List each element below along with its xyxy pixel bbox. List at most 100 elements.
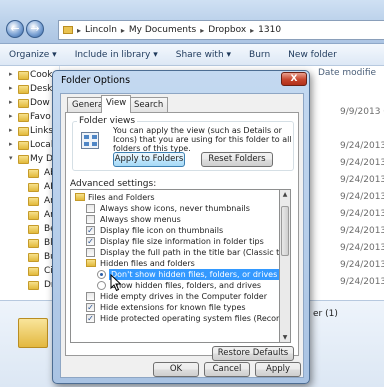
reset-folders-button[interactable]: Reset Folders [201, 152, 273, 167]
setting-option[interactable]: ✓ Display file icon on thumbnails [71, 225, 279, 236]
forward-button[interactable]: → [26, 20, 44, 38]
tab-search[interactable]: Search [129, 97, 169, 112]
checkbox[interactable] [86, 204, 95, 213]
setting-label: Display the full path in the title bar (… [100, 248, 280, 257]
setting-option-selected[interactable]: Don't show hidden files, folders, or dri… [71, 269, 279, 280]
folder-icon [18, 141, 29, 150]
expand-arrow-icon[interactable]: ▸ [9, 140, 13, 148]
setting-option[interactable]: ✓ Hide extensions for known file types [71, 302, 279, 313]
setting-label: Always show menus [100, 215, 181, 224]
new-folder-button[interactable]: New folder [279, 50, 346, 60]
settings-category-label: Files and Folders [88, 193, 155, 202]
address-bar[interactable]: ▸ Lincoln ▸ My Documents ▸ Dropbox ▸ 131… [58, 20, 384, 40]
burn-button[interactable]: Burn [240, 50, 279, 60]
settings-category-label: Hidden files and folders [100, 259, 195, 268]
scrollbar-thumb[interactable] [281, 206, 289, 256]
checkbox-checked[interactable]: ✓ [86, 237, 95, 246]
nav-item[interactable]: ▸ Cook [0, 70, 60, 83]
expand-arrow-icon[interactable]: ▸ [9, 84, 13, 92]
setting-label: Don't show hidden files, folders, or dri… [109, 269, 279, 280]
breadcrumb-item[interactable]: Dropbox [208, 25, 246, 35]
folder-icon [28, 211, 39, 220]
date-modified-column-header[interactable]: Date modifie [318, 68, 384, 82]
checkbox[interactable] [86, 215, 95, 224]
nav-item[interactable]: ▸ Favo [0, 112, 60, 125]
folder-icon [18, 71, 29, 80]
dialog-title: Folder Options [61, 75, 131, 86]
organize-menu[interactable]: Organize ▾ [0, 50, 66, 60]
apply-button[interactable]: Apply [255, 362, 301, 377]
folder-icon [28, 225, 39, 234]
setting-option[interactable]: Hide empty drives in the Computer folder [71, 291, 279, 302]
settings-category: Files and Folders [71, 192, 279, 203]
advanced-settings-label: Advanced settings: [70, 179, 157, 189]
folder-icon [18, 155, 29, 164]
ok-button[interactable]: OK [153, 362, 199, 377]
file-date: 9/9/2013 6:5 [340, 107, 384, 117]
nav-item[interactable]: ▾ My D [0, 154, 60, 167]
file-date: 9/24/2013 12 [340, 175, 384, 185]
breadcrumb-item[interactable]: My Documents [129, 25, 196, 35]
setting-option[interactable]: ✓ Hide protected operating system files … [71, 313, 279, 324]
setting-option[interactable]: Always show icons, never thumbnails [71, 203, 279, 214]
restore-defaults-button[interactable]: Restore Defaults [212, 346, 294, 361]
expand-arrow-icon[interactable]: ▸ [9, 70, 13, 78]
setting-option[interactable]: Show hidden files, folders, and drives [71, 280, 279, 291]
share-with-menu[interactable]: Share with ▾ [167, 50, 240, 60]
setting-option[interactable]: Display the full path in the title bar (… [71, 247, 279, 258]
include-in-library-menu[interactable]: Include in library ▾ [66, 50, 167, 60]
folder-views-icon [81, 132, 99, 149]
setting-option[interactable]: ✓ Display file size information in folde… [71, 236, 279, 247]
tab-view[interactable]: View [101, 95, 132, 113]
checkbox-checked[interactable]: ✓ [86, 303, 95, 312]
checkbox[interactable] [86, 248, 95, 257]
setting-option[interactable]: Always show menus [71, 214, 279, 225]
advanced-settings-list[interactable]: Files and Folders Always show icons, nev… [70, 189, 280, 343]
setting-label: Display file icon on thumbnails [100, 226, 224, 235]
setting-label: Hide protected operating system files (R… [100, 314, 279, 323]
vertical-scrollbar[interactable]: ▲ ▼ [280, 189, 291, 343]
settings-category: Hidden files and folders [71, 258, 279, 269]
expand-arrow-icon[interactable]: ▸ [9, 112, 13, 120]
file-date: 9/24/2013 12 [340, 158, 384, 168]
back-button[interactable]: ← [6, 20, 24, 38]
file-date: 9/24/2013 12 [340, 260, 384, 270]
file-date: 9/24/2013 12 [340, 192, 384, 202]
nav-item[interactable]: ▸ Links [0, 126, 60, 139]
file-date: 9/24/2013 12 [340, 209, 384, 219]
dialog-body: General View Search Folder views You can… [60, 93, 304, 378]
expand-arrow-icon[interactable]: ▸ [9, 98, 13, 106]
breadcrumb-item[interactable]: Lincoln [85, 25, 117, 35]
radio-button[interactable] [97, 281, 106, 290]
selection-status: er (1) [313, 309, 338, 319]
file-date: 9/24/2013 12 [340, 277, 384, 287]
file-date: 9/24/2013 12 [340, 226, 384, 236]
breadcrumb-separator: ▸ [77, 25, 82, 35]
setting-label: Always show icons, never thumbnails [100, 204, 250, 213]
folder-icon [28, 281, 39, 290]
scroll-down-arrow-icon[interactable]: ▼ [281, 334, 289, 341]
nav-item[interactable]: ▸ Deskt [0, 84, 60, 97]
nav-item[interactable]: ▸ Dow [0, 98, 60, 111]
expand-arrow-icon[interactable]: ▾ [9, 154, 13, 162]
checkbox-checked[interactable]: ✓ [86, 226, 95, 235]
nav-item[interactable]: ▸ Local [0, 140, 60, 153]
setting-label: Show hidden files, folders, and drives [111, 281, 262, 290]
breadcrumb-separator: ▸ [120, 25, 125, 35]
scroll-up-arrow-icon[interactable]: ▲ [281, 191, 289, 198]
folder-icon [28, 267, 39, 276]
checkbox[interactable] [86, 292, 95, 301]
breadcrumb-separator: ▸ [200, 25, 205, 35]
cancel-button[interactable]: Cancel [204, 362, 250, 377]
folder-icon [28, 239, 39, 248]
folder-icon [28, 183, 39, 192]
breadcrumb-item[interactable]: 1310 [258, 25, 281, 35]
radio-button-checked[interactable] [97, 270, 106, 279]
expand-arrow-icon[interactable]: ▸ [9, 126, 13, 134]
folder-icon [18, 113, 29, 122]
close-button[interactable]: X [281, 72, 307, 86]
folder-icon [28, 197, 39, 206]
checkbox-checked[interactable]: ✓ [86, 314, 95, 323]
view-tab-panel: Folder views You can apply the view (suc… [65, 112, 299, 361]
apply-to-folders-button[interactable]: Apply to Folders [113, 152, 185, 167]
